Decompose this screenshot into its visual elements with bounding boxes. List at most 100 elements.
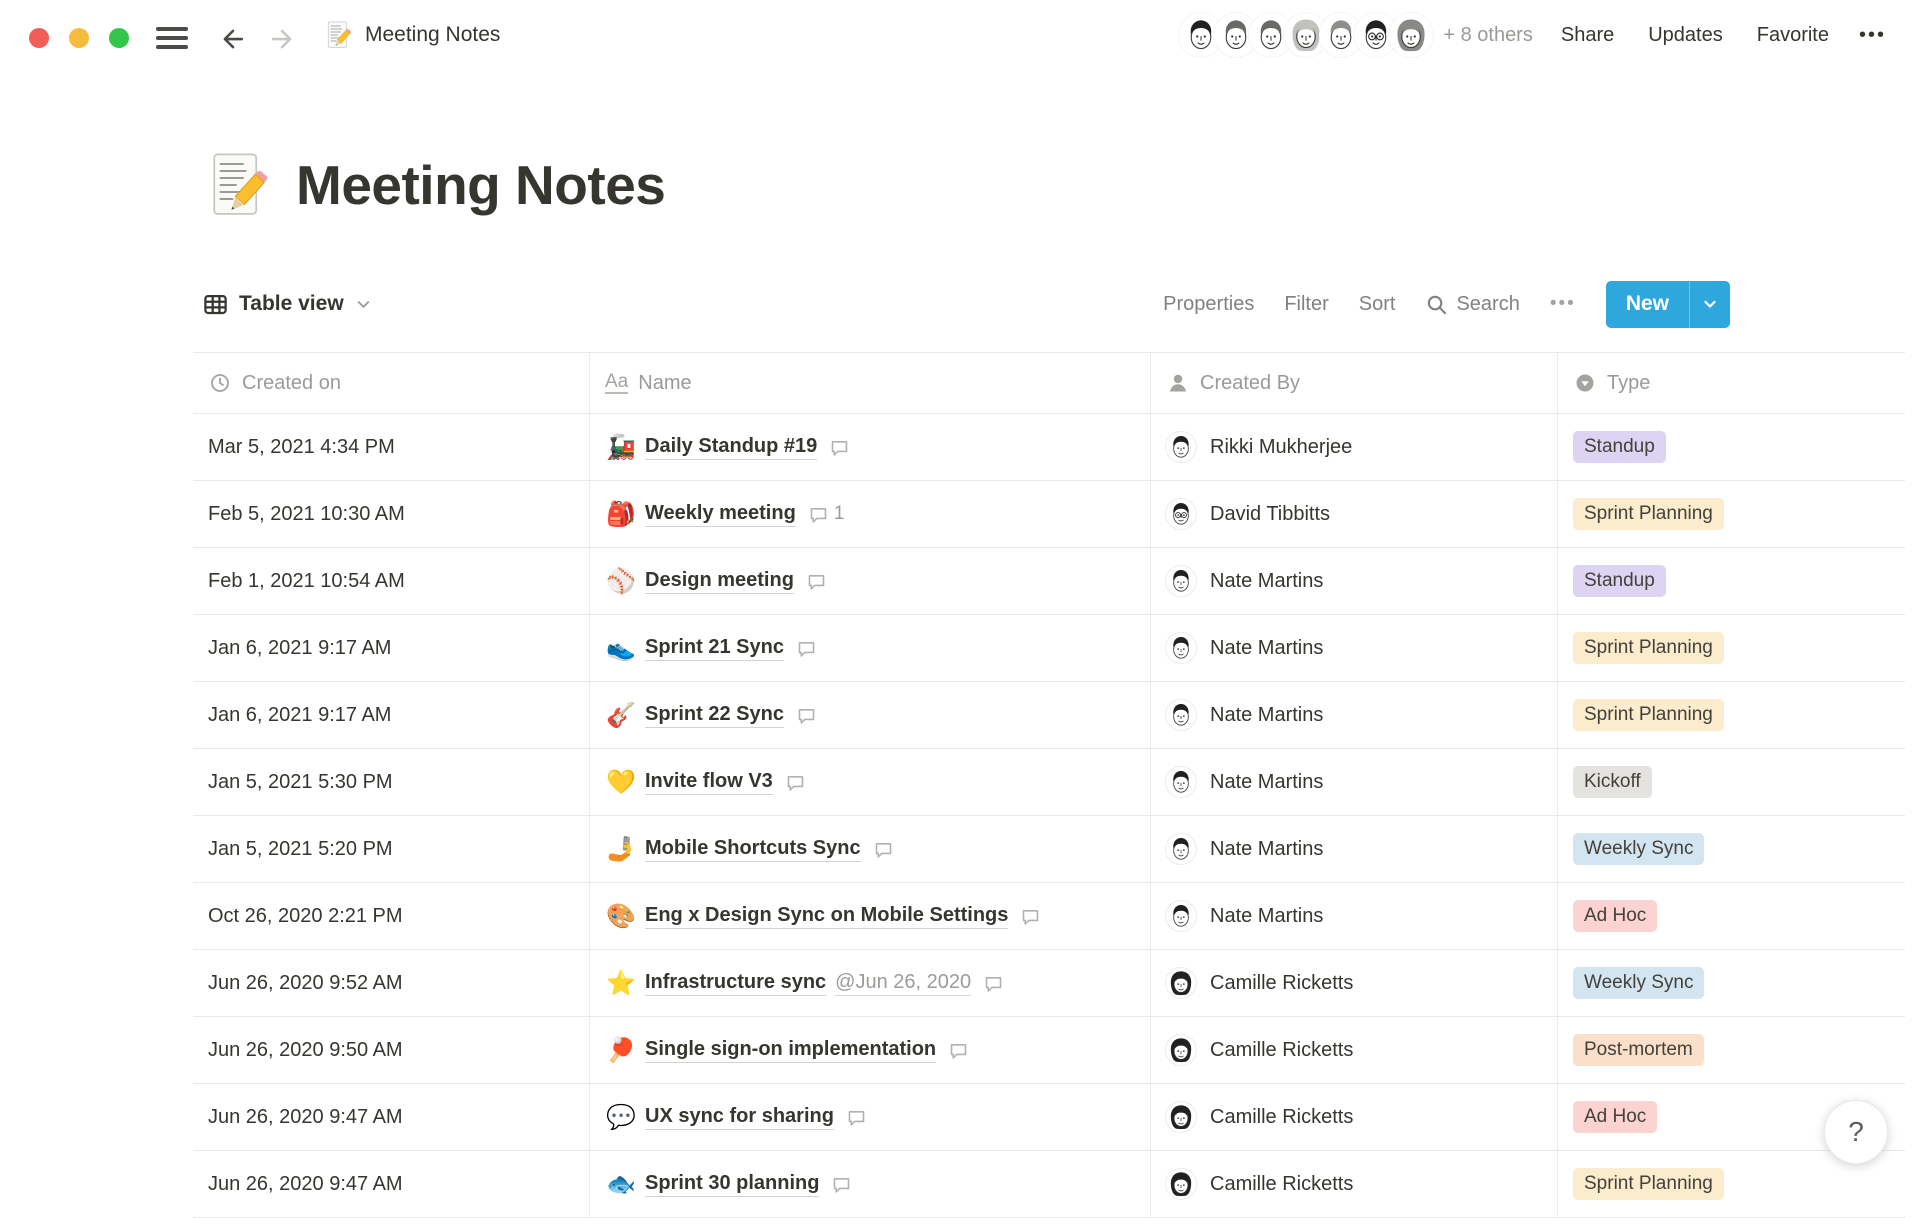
created-on-cell[interactable]: Jun 26, 2020 9:47 AM — [193, 1151, 590, 1217]
created-on-cell[interactable]: Feb 1, 2021 10:54 AM — [193, 548, 590, 614]
created-by-cell[interactable]: Camille Ricketts — [1151, 1084, 1558, 1150]
collaborator-avatars[interactable] — [1179, 13, 1433, 57]
created-on-cell[interactable]: Mar 5, 2021 4:34 PM — [193, 414, 590, 480]
type-cell[interactable]: Post-mortem — [1558, 1017, 1905, 1083]
created-on-cell[interactable]: Jun 26, 2020 9:50 AM — [193, 1017, 590, 1083]
table-row[interactable]: Feb 1, 2021 10:54 AM ⚾ Design meeting Na… — [193, 548, 1905, 615]
new-dropdown-icon[interactable] — [1689, 281, 1730, 328]
table-row[interactable]: Jan 6, 2021 9:17 AM 👟 Sprint 21 Sync Nat… — [193, 615, 1905, 682]
sidebar-menu-icon[interactable] — [156, 27, 188, 54]
created-by-cell[interactable]: Nate Martins — [1151, 682, 1558, 748]
name-cell[interactable]: 💬 UX sync for sharing — [590, 1084, 1151, 1150]
page-name-link[interactable]: UX sync for sharing — [645, 1105, 834, 1130]
type-cell[interactable]: Sprint Planning — [1558, 481, 1905, 547]
type-cell[interactable]: Ad Hoc — [1558, 883, 1905, 949]
column-header-type[interactable]: Type — [1558, 353, 1905, 413]
page-name-link[interactable]: Eng x Design Sync on Mobile Settings — [645, 904, 1008, 929]
created-by-cell[interactable]: David Tibbitts — [1151, 481, 1558, 547]
page-name-link[interactable]: Daily Standup #19 — [645, 435, 817, 460]
table-row[interactable]: Mar 5, 2021 4:34 PM 🚂 Daily Standup #19 … — [193, 414, 1905, 481]
name-cell[interactable]: 👟 Sprint 21 Sync — [590, 615, 1151, 681]
table-row[interactable]: Jan 6, 2021 9:17 AM 🎸 Sprint 22 Sync Nat… — [193, 682, 1905, 749]
forward-arrow-icon[interactable] — [267, 24, 297, 54]
name-cell[interactable]: 💛 Invite flow V3 — [590, 749, 1151, 815]
close-window-button[interactable] — [29, 28, 49, 48]
type-cell[interactable]: Kickoff — [1558, 749, 1905, 815]
type-cell[interactable]: Weekly Sync — [1558, 816, 1905, 882]
created-by-cell[interactable]: Camille Ricketts — [1151, 1017, 1558, 1083]
table-row[interactable]: Jan 5, 2021 5:20 PM 🤳 Mobile Shortcuts S… — [193, 816, 1905, 883]
page-name-link[interactable]: Infrastructure sync — [645, 971, 826, 996]
name-cell[interactable]: 🎒 Weekly meeting 1 — [590, 481, 1151, 547]
created-by-cell[interactable]: Nate Martins — [1151, 615, 1558, 681]
page-name-link[interactable]: Sprint 30 planning — [645, 1172, 819, 1197]
type-cell[interactable]: Sprint Planning — [1558, 615, 1905, 681]
created-on-cell[interactable]: Jan 6, 2021 9:17 AM — [193, 682, 590, 748]
page-name-link[interactable]: Invite flow V3 — [645, 770, 773, 795]
page-title[interactable]: Meeting Notes — [296, 153, 665, 217]
type-cell[interactable]: Standup — [1558, 414, 1905, 480]
table-row[interactable]: Jun 26, 2020 9:47 AM 💬 UX sync for shari… — [193, 1084, 1905, 1151]
more-options-icon[interactable]: ••• — [1859, 24, 1886, 47]
created-on-cell[interactable]: Jan 5, 2021 5:20 PM — [193, 816, 590, 882]
created-by-cell[interactable]: Camille Ricketts — [1151, 950, 1558, 1016]
table-row[interactable]: Jan 5, 2021 5:30 PM 💛 Invite flow V3 Nat… — [193, 749, 1905, 816]
updates-button[interactable]: Updates — [1648, 24, 1723, 47]
table-row[interactable]: Jun 26, 2020 9:47 AM 🐟 Sprint 30 plannin… — [193, 1151, 1905, 1218]
help-button[interactable]: ? — [1824, 1100, 1888, 1164]
type-cell[interactable]: Weekly Sync — [1558, 950, 1905, 1016]
name-cell[interactable]: 🎸 Sprint 22 Sync — [590, 682, 1151, 748]
new-button-label[interactable]: New — [1606, 281, 1689, 328]
name-cell[interactable]: ⚾ Design meeting — [590, 548, 1151, 614]
column-header-name[interactable]: Aa Name — [590, 353, 1151, 413]
table-row[interactable]: Jun 26, 2020 9:50 AM 🏓 Single sign-on im… — [193, 1017, 1905, 1084]
type-cell[interactable]: Standup — [1558, 548, 1905, 614]
created-on-cell[interactable]: Feb 5, 2021 10:30 AM — [193, 481, 590, 547]
created-by-cell[interactable]: Nate Martins — [1151, 548, 1558, 614]
date-mention[interactable]: @Jun 26, 2020 — [835, 971, 971, 996]
properties-button[interactable]: Properties — [1163, 293, 1254, 316]
view-options-icon[interactable]: ••• — [1550, 293, 1576, 315]
created-by-cell[interactable]: Rikki Mukherjee — [1151, 414, 1558, 480]
view-switcher[interactable]: Table view — [202, 280, 373, 328]
name-cell[interactable]: 🚂 Daily Standup #19 — [590, 414, 1151, 480]
created-on-cell[interactable]: Jan 5, 2021 5:30 PM — [193, 749, 590, 815]
name-cell[interactable]: 🏓 Single sign-on implementation — [590, 1017, 1151, 1083]
created-on-cell[interactable]: Jun 26, 2020 9:47 AM — [193, 1084, 590, 1150]
created-by-cell[interactable]: Nate Martins — [1151, 816, 1558, 882]
zoom-window-button[interactable] — [109, 28, 129, 48]
name-cell[interactable]: 🎨 Eng x Design Sync on Mobile Settings — [590, 883, 1151, 949]
column-header-created-on[interactable]: Created on — [193, 353, 590, 413]
table-row[interactable]: Feb 5, 2021 10:30 AM 🎒 Weekly meeting 1 … — [193, 481, 1905, 548]
search-button[interactable]: Search — [1425, 293, 1519, 316]
page-name-link[interactable]: Design meeting — [645, 569, 794, 594]
sort-button[interactable]: Sort — [1359, 293, 1396, 316]
name-cell[interactable]: 🐟 Sprint 30 planning — [590, 1151, 1151, 1217]
created-by-cell[interactable]: Nate Martins — [1151, 883, 1558, 949]
page-name-link[interactable]: Sprint 22 Sync — [645, 703, 784, 728]
page-name-link[interactable]: Sprint 21 Sync — [645, 636, 784, 661]
created-on-cell[interactable]: Oct 26, 2020 2:21 PM — [193, 883, 590, 949]
collaborators-others-label[interactable]: + 8 others — [1443, 24, 1533, 47]
name-cell[interactable]: ⭐ Infrastructure sync @Jun 26, 2020 — [590, 950, 1151, 1016]
table-row[interactable]: Oct 26, 2020 2:21 PM 🎨 Eng x Design Sync… — [193, 883, 1905, 950]
filter-button[interactable]: Filter — [1284, 293, 1328, 316]
table-row[interactable]: Jun 26, 2020 9:52 AM ⭐ Infrastructure sy… — [193, 950, 1905, 1017]
minimize-window-button[interactable] — [69, 28, 89, 48]
page-name-link[interactable]: Single sign-on implementation — [645, 1038, 936, 1063]
favorite-button[interactable]: Favorite — [1757, 24, 1829, 47]
created-by-cell[interactable]: Nate Martins — [1151, 749, 1558, 815]
created-on-cell[interactable]: Jun 26, 2020 9:52 AM — [193, 950, 590, 1016]
created-by-cell[interactable]: Camille Ricketts — [1151, 1151, 1558, 1217]
back-arrow-icon[interactable] — [218, 24, 248, 54]
page-name-link[interactable]: Mobile Shortcuts Sync — [645, 837, 861, 862]
breadcrumb[interactable]: Meeting Notes — [323, 20, 500, 50]
new-button[interactable]: New — [1606, 281, 1730, 328]
column-header-created-by[interactable]: Created By — [1151, 353, 1558, 413]
page-name-link[interactable]: Weekly meeting — [645, 502, 796, 527]
created-on-cell[interactable]: Jan 6, 2021 9:17 AM — [193, 615, 590, 681]
share-button[interactable]: Share — [1561, 24, 1614, 47]
name-cell[interactable]: 🤳 Mobile Shortcuts Sync — [590, 816, 1151, 882]
type-cell[interactable]: Sprint Planning — [1558, 682, 1905, 748]
collaborator-avatar[interactable] — [1389, 13, 1433, 57]
